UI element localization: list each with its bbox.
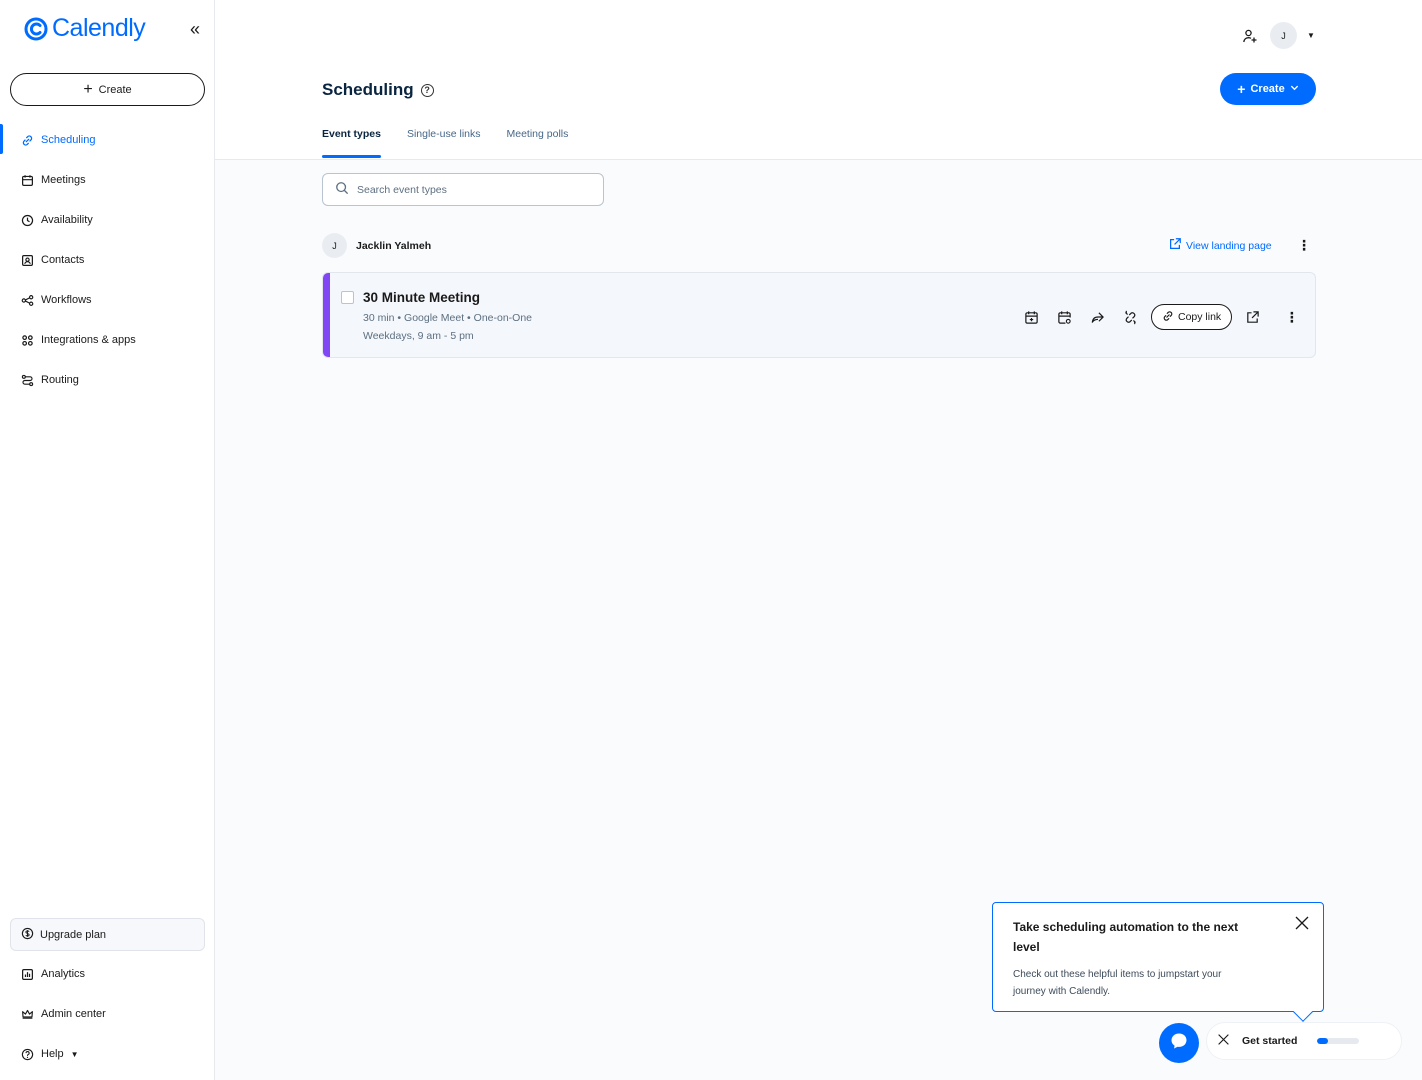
event-title[interactable]: 30 Minute Meeting xyxy=(363,290,480,305)
help-icon xyxy=(20,1047,34,1061)
clock-icon xyxy=(20,213,34,227)
copy-link-button[interactable]: Copy link xyxy=(1151,304,1233,330)
event-more-options-icon[interactable]: ⋮ xyxy=(1275,305,1308,329)
close-icon[interactable] xyxy=(1294,915,1310,931)
plus-icon: + xyxy=(83,80,93,98)
sidebar-item-label: Scheduling xyxy=(41,134,96,146)
onboarding-popup: Take scheduling automation to the next l… xyxy=(992,902,1324,1012)
owner-name: Jacklin Yalmeh xyxy=(356,239,432,252)
popup-text: Check out these helpful items to jumpsta… xyxy=(1013,969,1222,997)
unlink-icon[interactable] xyxy=(1114,305,1147,329)
account-menu-caret-icon[interactable]: ▼ xyxy=(1307,31,1315,40)
invite-user-icon[interactable] xyxy=(1240,26,1260,46)
sidebar-item-admin-center[interactable]: Admin center xyxy=(0,994,215,1034)
sidebar-create-label: Create xyxy=(98,83,132,96)
sidebar-item-label: Help xyxy=(41,1048,64,1060)
workflow-icon xyxy=(20,293,34,307)
upgrade-plan-button[interactable]: Upgrade plan xyxy=(10,918,205,951)
chevron-down-icon xyxy=(1290,83,1299,95)
routing-icon xyxy=(20,373,34,387)
chat-button[interactable] xyxy=(1159,1023,1199,1063)
link-icon xyxy=(1162,310,1174,325)
plus-icon: + xyxy=(1237,81,1246,97)
sidebar-item-label: Integrations & apps xyxy=(41,334,136,346)
get-started-widget[interactable]: Get started xyxy=(1206,1022,1402,1060)
close-icon[interactable] xyxy=(1217,1033,1230,1049)
calendly-logo[interactable]: Calendly xyxy=(24,14,146,43)
event-type-card[interactable]: 30 Minute Meeting 30 min • Google Meet •… xyxy=(322,272,1316,358)
sidebar-create-button[interactable]: + Create xyxy=(10,73,205,106)
chat-bubble-icon xyxy=(1169,1031,1189,1056)
tab-event-types[interactable]: Event types xyxy=(322,128,381,159)
sidebar-item-label: Admin center xyxy=(41,1008,106,1020)
logo-text: Calendly xyxy=(52,14,146,42)
tabs: Event types Single-use links Meeting pol… xyxy=(322,128,568,159)
calendar-icon xyxy=(20,173,34,187)
sidebar-item-availability[interactable]: Availability xyxy=(0,200,215,240)
get-started-progress xyxy=(1317,1038,1360,1044)
share-icon[interactable] xyxy=(1081,305,1114,329)
sidebar-item-workflows[interactable]: Workflows xyxy=(0,280,215,320)
top-right-toolbar: J ▼ xyxy=(1240,22,1315,49)
sidebar-item-label: Analytics xyxy=(41,968,86,980)
upgrade-plan-label: Upgrade plan xyxy=(40,928,107,941)
event-color-bar xyxy=(323,273,330,357)
event-actions: Copy link ⋮ xyxy=(1015,304,1308,330)
sidebar-item-help[interactable]: Help ▼ xyxy=(0,1034,215,1074)
sidebar-item-routing[interactable]: Routing xyxy=(0,360,215,400)
search-placeholder: Search event types xyxy=(357,183,447,196)
event-hours: Weekdays, 9 am - 5 pm xyxy=(363,330,474,342)
chevron-down-icon: ▼ xyxy=(70,1049,79,1059)
sidebar-nav: Scheduling Meetings Availability Contact… xyxy=(0,120,215,400)
question-mark-icon[interactable]: ? xyxy=(420,83,434,97)
link-icon xyxy=(20,133,34,147)
page-title-text: Scheduling xyxy=(322,80,414,99)
tab-meeting-polls[interactable]: Meeting polls xyxy=(507,128,569,159)
tab-single-use-links[interactable]: Single-use links xyxy=(407,128,481,159)
popup-title: Take scheduling automation to the next l… xyxy=(1013,920,1239,954)
avatar: J xyxy=(322,233,347,258)
sidebar-item-scheduling[interactable]: Scheduling xyxy=(0,120,215,160)
more-options-icon[interactable]: ⋮ xyxy=(1297,238,1311,252)
grid-icon xyxy=(20,333,34,347)
sidebar-item-integrations[interactable]: Integrations & apps xyxy=(0,320,215,360)
event-checkbox[interactable] xyxy=(341,291,354,304)
sidebar-item-label: Meetings xyxy=(41,174,86,186)
crown-icon xyxy=(20,1007,34,1021)
open-external-icon[interactable] xyxy=(1236,305,1269,329)
view-landing-page-label: View landing page xyxy=(1186,239,1272,252)
collapse-sidebar-icon[interactable]: « xyxy=(186,20,204,38)
contacts-icon xyxy=(20,253,34,267)
page-title: Scheduling ? xyxy=(322,80,434,100)
calendar-settings-icon[interactable] xyxy=(1048,305,1081,329)
get-started-label: Get started xyxy=(1242,1035,1298,1047)
owner-row: J Jacklin Yalmeh xyxy=(322,233,431,258)
search-icon xyxy=(335,181,349,198)
external-link-icon xyxy=(1168,237,1182,254)
sidebar-item-meetings[interactable]: Meetings xyxy=(0,160,215,200)
account-avatar[interactable]: J xyxy=(1270,22,1297,49)
event-details: 30 min • Google Meet • One-on-One xyxy=(363,312,533,324)
search-input[interactable]: Search event types xyxy=(322,173,604,206)
copy-link-label: Copy link xyxy=(1178,311,1222,323)
sidebar-item-label: Workflows xyxy=(41,294,92,306)
sidebar: Calendly « + Create Scheduling Meetings … xyxy=(0,0,215,1080)
analytics-icon xyxy=(20,967,34,981)
sidebar-item-label: Routing xyxy=(41,374,79,386)
header-divider xyxy=(215,159,1422,160)
sidebar-item-contacts[interactable]: Contacts xyxy=(0,240,215,280)
create-button-label: Create xyxy=(1250,83,1285,95)
progress-fill xyxy=(1317,1038,1328,1044)
sidebar-item-label: Contacts xyxy=(41,254,85,266)
sidebar-item-label: Availability xyxy=(41,214,93,226)
calendar-add-icon[interactable] xyxy=(1015,305,1048,329)
dollar-icon xyxy=(21,927,34,943)
create-button[interactable]: + Create xyxy=(1220,73,1316,105)
sidebar-item-analytics[interactable]: Analytics xyxy=(0,954,215,994)
calendly-logo-icon xyxy=(24,17,48,40)
view-landing-page-link[interactable]: View landing page xyxy=(1168,237,1272,254)
